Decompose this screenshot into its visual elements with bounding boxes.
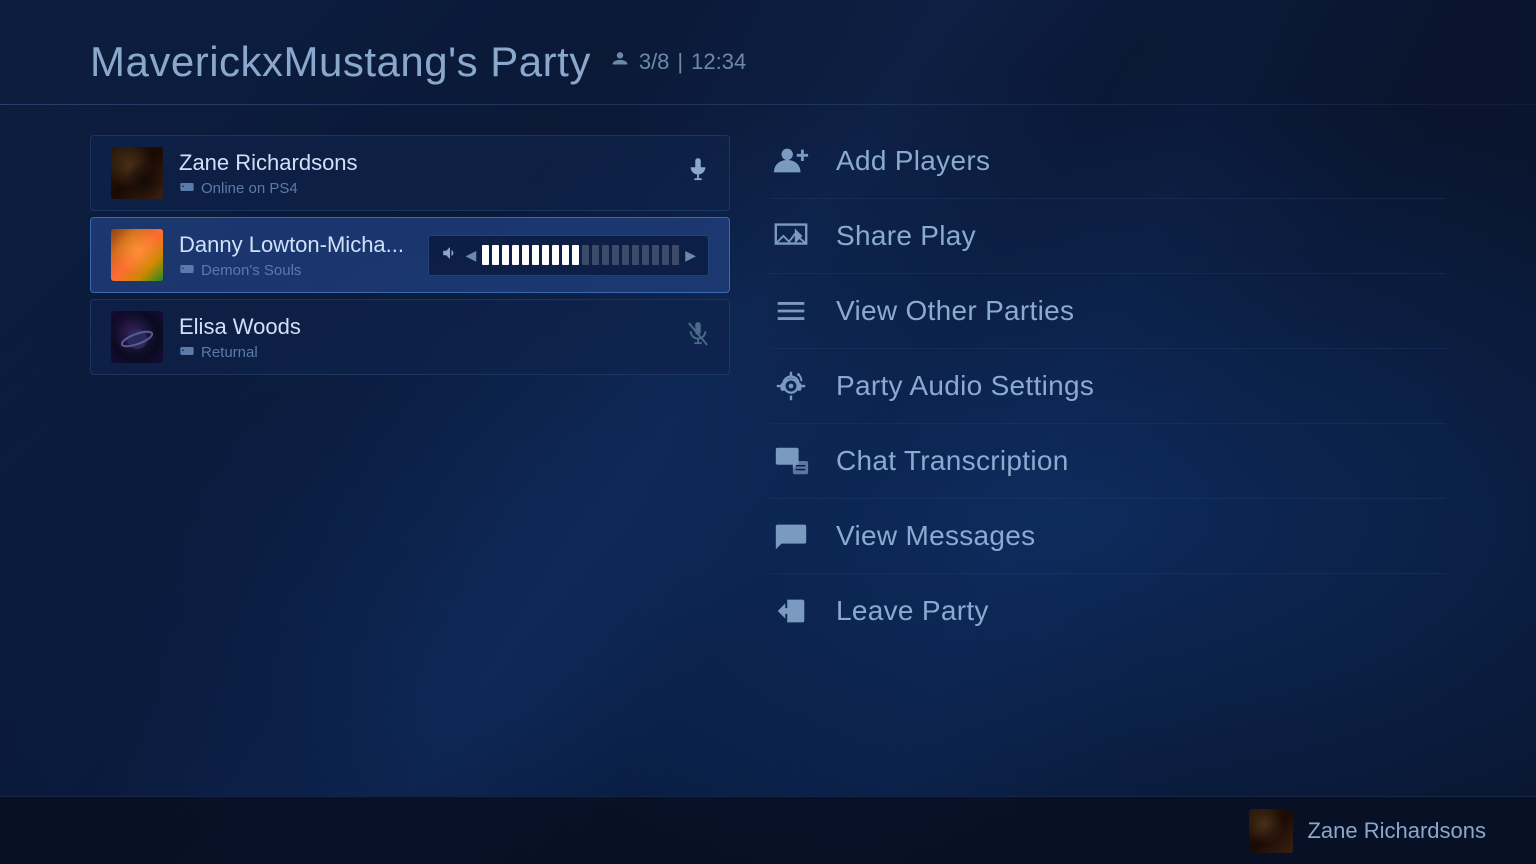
volume-control-danny[interactable]: ◀ ▶ [428,235,709,276]
party-icon [609,48,631,76]
main-content: MaverickxMustang's Party 3/8 | 12:34 [0,0,1536,864]
volume-right-arrow[interactable]: ▶ [685,247,696,264]
members-count: 3/8 [639,49,670,75]
leave-party-label: Leave Party [836,595,989,627]
member-name-danny: Danny Lowton-Micha... [179,232,428,258]
member-info-elisa: Elisa Woods Returnal [179,314,687,361]
menu-item-leave-party[interactable]: Leave Party [770,574,1446,648]
menu-item-share-play[interactable]: Share Play [770,199,1446,274]
member-card-danny[interactable]: Danny Lowton-Micha... Demon's Souls [90,217,730,293]
bottom-avatar [1249,809,1293,853]
add-players-label: Add Players [836,145,990,177]
volume-icon [441,244,459,267]
controller-icon-danny [179,262,195,279]
view-other-parties-label: View Other Parties [836,295,1074,327]
member-status-elisa: Returnal [179,344,687,361]
mic-muted-icon-elisa [687,321,709,353]
menu-item-party-audio-settings[interactable]: Party Audio Settings [770,349,1446,424]
party-meta: 3/8 | 12:34 [609,48,746,76]
member-name-elisa: Elisa Woods [179,314,687,340]
bottom-bar: Zane Richardsons [0,796,1536,864]
party-time: 12:34 [691,49,746,75]
party-audio-settings-label: Party Audio Settings [836,370,1094,402]
avatar-elisa [111,311,163,363]
chat-transcription-label: Chat Transcription [836,445,1069,477]
member-name-zane: Zane Richardsons [179,150,687,176]
main-area: Zane Richardsons Online on PS4 [0,105,1536,648]
party-audio-settings-icon [770,365,812,407]
menu-item-view-messages[interactable]: View Messages [770,499,1446,574]
member-info-danny: Danny Lowton-Micha... Demon's Souls [179,232,428,279]
member-card-zane[interactable]: Zane Richardsons Online on PS4 [90,135,730,211]
share-play-icon [770,215,812,257]
member-card-elisa[interactable]: Elisa Woods Returnal [90,299,730,375]
avatar-danny [111,229,163,281]
chat-transcription-icon [770,440,812,482]
menu-item-add-players[interactable]: Add Players [770,140,1446,199]
party-list: Zane Richardsons Online on PS4 [90,135,730,648]
controller-icon-elisa [179,344,195,361]
add-players-icon [770,140,812,182]
view-other-parties-icon [770,290,812,332]
right-menu: Add Players Share Play [770,135,1446,648]
menu-item-chat-transcription[interactable]: Chat Transcription [770,424,1446,499]
member-status-zane: Online on PS4 [179,180,687,197]
menu-item-view-other-parties[interactable]: View Other Parties [770,274,1446,349]
controller-icon-zane [179,180,195,197]
mic-icon-zane [687,157,709,189]
bottom-username: Zane Richardsons [1307,818,1486,844]
party-title: MaverickxMustang's Party [90,38,591,86]
member-info-zane: Zane Richardsons Online on PS4 [179,150,687,197]
volume-left-arrow[interactable]: ◀ [465,247,476,264]
meta-separator: | [677,49,683,75]
header: MaverickxMustang's Party 3/8 | 12:34 [0,0,1536,86]
view-messages-label: View Messages [836,520,1035,552]
avatar-zane [111,147,163,199]
leave-party-icon [770,590,812,632]
member-status-danny: Demon's Souls [179,262,428,279]
volume-bars [482,245,679,265]
view-messages-icon [770,515,812,557]
share-play-label: Share Play [836,220,976,252]
